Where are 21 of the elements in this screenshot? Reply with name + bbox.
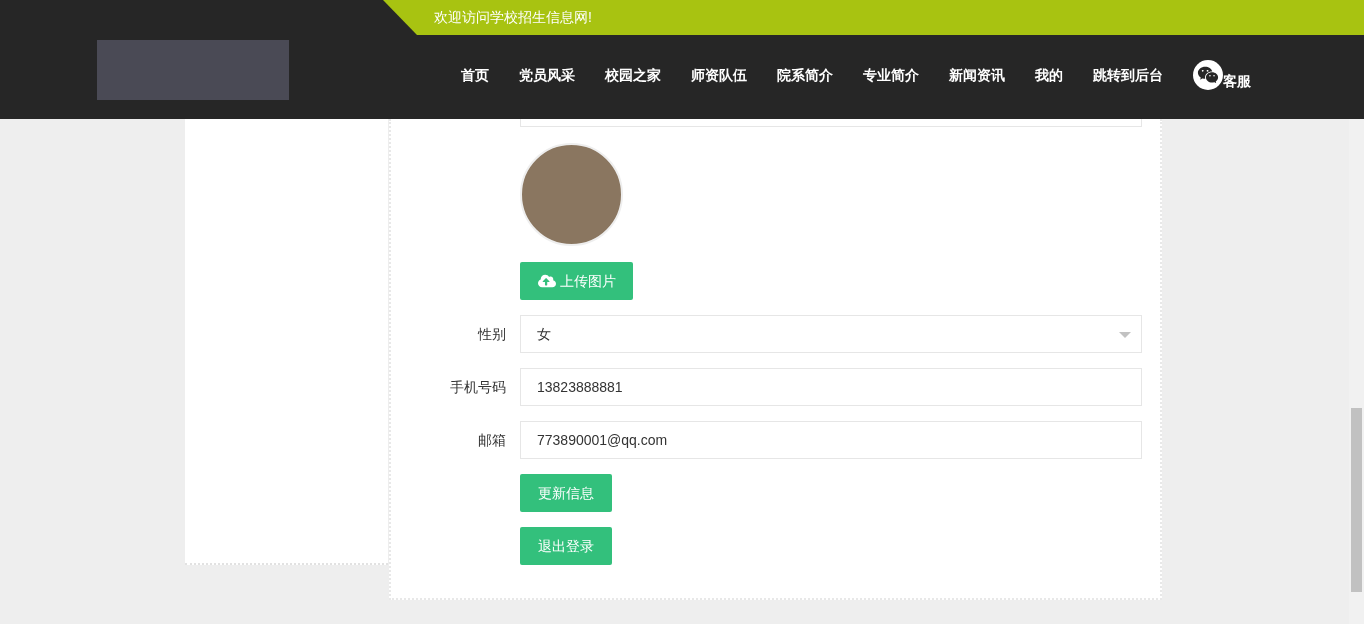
nav-link[interactable]: 首页 bbox=[446, 64, 504, 86]
nav-link[interactable]: 校园之家 bbox=[590, 64, 676, 86]
nav-link[interactable]: 我的 bbox=[1020, 64, 1078, 86]
cloud-upload-icon bbox=[537, 272, 556, 290]
field-label: 邮箱 bbox=[477, 430, 506, 450]
field-label: 手机号码 bbox=[449, 377, 506, 397]
nav-link[interactable]: 新闻资讯 bbox=[934, 64, 1020, 86]
nav-link[interactable]: 师资队伍 bbox=[676, 64, 762, 86]
nav-link[interactable]: 党员风采 bbox=[504, 64, 590, 86]
nav-link[interactable]: 跳转到后台 bbox=[1078, 64, 1178, 86]
caret-icon bbox=[1119, 332, 1131, 338]
input-field[interactable]: 13823888881 bbox=[520, 368, 1142, 406]
input-field[interactable]: 773890001@qq.com bbox=[520, 421, 1142, 459]
scrollbar-thumb[interactable] bbox=[1351, 408, 1362, 592]
welcome-banner: 欢迎访问学校招生信息网! bbox=[383, 0, 1364, 35]
field-label: 性别 bbox=[476, 324, 506, 344]
nav-link[interactable]: 专业简介 bbox=[848, 64, 934, 86]
nav-link[interactable]: 院系简介 bbox=[762, 64, 848, 86]
chat-icon bbox=[1193, 60, 1223, 90]
customer-service-link[interactable]: 客服 bbox=[1193, 60, 1251, 90]
gender-select[interactable]: 女 bbox=[520, 315, 1142, 353]
